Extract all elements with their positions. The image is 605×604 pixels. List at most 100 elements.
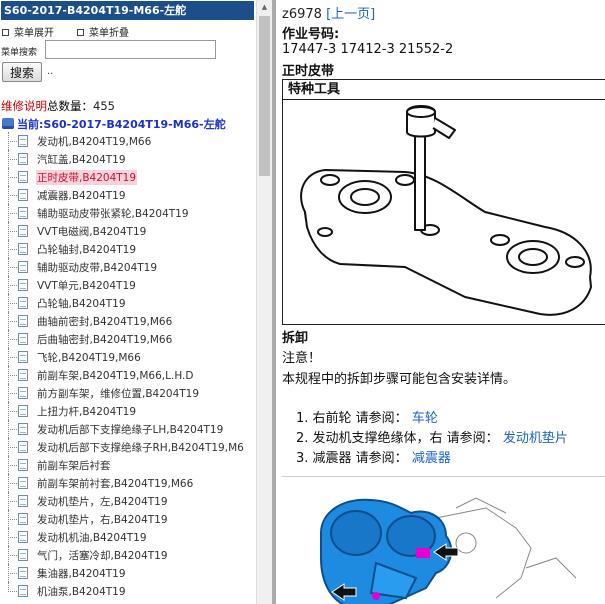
- prev-page-link[interactable]: [上一页]: [326, 7, 375, 22]
- menu-panel: S60-2017-B4204T19-M66-左舵 菜单展开 菜单折叠 菜单搜索 …: [0, 0, 256, 604]
- tree-connector: [8, 357, 9, 366]
- tree-item[interactable]: 发动机,B4204T19,M66: [0, 132, 256, 150]
- tree-item[interactable]: 正时皮带,B4204T19: [0, 168, 256, 186]
- tree-item[interactable]: 前副车架前衬套,B4204T19,M66: [0, 474, 256, 492]
- document-icon: [18, 333, 28, 345]
- document-icon: [18, 297, 28, 309]
- expand-menu-label: 菜单展开: [14, 28, 54, 39]
- tree-connector: [8, 204, 17, 214]
- square-icon: [77, 29, 84, 36]
- tree-item[interactable]: 后曲轴密封,B4204T19,M66: [0, 330, 256, 348]
- tree-connector: [8, 402, 17, 412]
- tree-connector: [8, 348, 17, 358]
- op-number-label: 作业号码:: [282, 27, 340, 42]
- tree-item-label: 发动机后部下支撑绝缘子LH,B4204T19: [37, 424, 224, 436]
- tree-connector: [8, 285, 9, 294]
- document-icon: [18, 207, 28, 219]
- menu-scrollbar[interactable]: ▲: [256, 0, 272, 604]
- tree-item[interactable]: 辅助驱动皮带张紧轮,B4204T19: [0, 204, 256, 222]
- tree-connector: [8, 267, 9, 276]
- tree-item[interactable]: 凸轮轴,B4204T19: [0, 294, 256, 312]
- tree-item[interactable]: 发动机垫片，右,B4204T19: [0, 510, 256, 528]
- document-icon: [18, 351, 28, 363]
- expand-menu-link[interactable]: 菜单展开: [2, 24, 54, 39]
- tree-item[interactable]: VVT电磁阀,B4204T19: [0, 222, 256, 240]
- tree-connector: [8, 240, 17, 250]
- tree-item[interactable]: 前方副车架，维修位置,B4204T19: [0, 384, 256, 402]
- tree-item[interactable]: 发动机后部下支撑绝缘子LH,B4204T19: [0, 420, 256, 438]
- tree-connector: [8, 456, 17, 466]
- tree-connector: [8, 195, 9, 204]
- document-icon: [18, 189, 28, 201]
- tree-item[interactable]: 凸轮轴封,B4204T19: [0, 240, 256, 258]
- tree-connector: [8, 501, 9, 510]
- tree-connector: [8, 276, 17, 286]
- tree-item[interactable]: 集油器,B4204T19: [0, 564, 256, 582]
- tree-connector: [8, 537, 9, 546]
- tree-item-label: 前副车架前衬套,B4204T19,M66: [37, 478, 194, 490]
- tree-connector: [8, 555, 9, 564]
- scrollbar-thumb[interactable]: [259, 16, 270, 176]
- tree-connector: [8, 465, 9, 474]
- tree-connector: [8, 312, 17, 322]
- removal-title: 拆卸: [282, 331, 309, 346]
- step-item: 1. 右前轮 请参阅： 车轮: [296, 411, 438, 426]
- tree-connector: [8, 384, 17, 394]
- tree-connector: [8, 411, 9, 420]
- tree-connector: [8, 429, 9, 438]
- search-ellipsis: ..: [47, 66, 54, 77]
- tree-item[interactable]: 气门，活塞冷却,B4204T19: [0, 546, 256, 564]
- tree-item[interactable]: 飞轮,B4204T19,M66: [0, 348, 256, 366]
- tree-item[interactable]: 机油泵,B4204T19: [0, 582, 256, 600]
- tree-connector: [8, 168, 17, 178]
- tree-connector: [8, 159, 9, 168]
- tree-item-label: 凸轮轴,B4204T19: [37, 298, 126, 310]
- document-icon: [18, 585, 28, 597]
- tree-connector: [8, 510, 17, 520]
- tree-item[interactable]: 上扭力杆,B4204T19: [0, 402, 256, 420]
- collapse-menu-link[interactable]: 菜单折叠: [77, 24, 129, 39]
- step-link[interactable]: 车轮: [412, 411, 438, 426]
- step-link[interactable]: 减震器: [412, 451, 451, 466]
- step-item: 2. 发动机支撑绝缘体，右 请参阅： 发动机垫片: [296, 431, 568, 446]
- notice-text: 本规程中的拆卸步骤可能包含安装详情。: [282, 372, 517, 387]
- tree-item-label: 发动机垫片，右,B4204T19: [37, 514, 168, 526]
- tree-connector: [8, 303, 9, 312]
- search-button[interactable]: 搜索: [2, 62, 42, 82]
- manual-count: 维修说明总数量：455: [1, 98, 115, 114]
- document-icon: [18, 459, 28, 471]
- tree-connector: [8, 438, 17, 448]
- tree-item[interactable]: 前副车架后衬套: [0, 456, 256, 474]
- tree-item-label: 飞轮,B4204T19,M66: [37, 352, 141, 364]
- search-input[interactable]: [45, 40, 216, 59]
- scroll-up-arrow-icon[interactable]: ▲: [257, 0, 272, 15]
- count-label: 维修说明: [1, 99, 47, 113]
- tree-item-label: VVT单元,B4204T19: [37, 280, 136, 292]
- tree-item[interactable]: VVT单元,B4204T19: [0, 276, 256, 294]
- search-label: 菜单搜索: [1, 48, 38, 58]
- tree-item[interactable]: 前副车架,B4204T19,M66,L.H.D: [0, 366, 256, 384]
- section-title: 正时皮带: [282, 64, 335, 79]
- tree-item[interactable]: 辅助驱动皮带,B4204T19: [0, 258, 256, 276]
- count-value: 455: [93, 99, 115, 113]
- document-icon: [18, 477, 28, 489]
- tree-connector: [8, 339, 9, 348]
- tree-item-label: 前副车架,B4204T19,M66,L.H.D: [37, 370, 194, 382]
- doc-header: z6978 [上一页]: [282, 3, 375, 22]
- tree-connector: [8, 393, 9, 402]
- tree-item[interactable]: 曲轴前密封,B4204T19,M66: [0, 312, 256, 330]
- tree-item[interactable]: 汽缸盖,B4204T19: [0, 150, 256, 168]
- tree-item-label: VVT电磁阀,B4204T19: [37, 226, 147, 238]
- tree-connector: [8, 420, 17, 430]
- tree-item-label: 发动机,B4204T19,M66: [37, 136, 152, 148]
- tree-item[interactable]: 发动机后部下支撑绝缘子RH,B4204T19,M6: [0, 438, 256, 456]
- step-link[interactable]: 发动机垫片: [503, 431, 568, 446]
- tree-item[interactable]: 发动机垫片，左,B4204T19: [0, 492, 256, 510]
- document-icon: [18, 495, 28, 507]
- current-model[interactable]: 当前:S60-2017-B4204T19-M66-左舵: [2, 116, 226, 132]
- tree-item-label: 凸轮轴封,B4204T19: [37, 244, 137, 256]
- tree-item-label: 发动机垫片，左,B4204T19: [37, 496, 168, 508]
- tree-item[interactable]: 减震器,B4204T19: [0, 186, 256, 204]
- tree-item[interactable]: 发动机机油,B4204T19: [0, 528, 256, 546]
- tree-connector: [8, 222, 17, 232]
